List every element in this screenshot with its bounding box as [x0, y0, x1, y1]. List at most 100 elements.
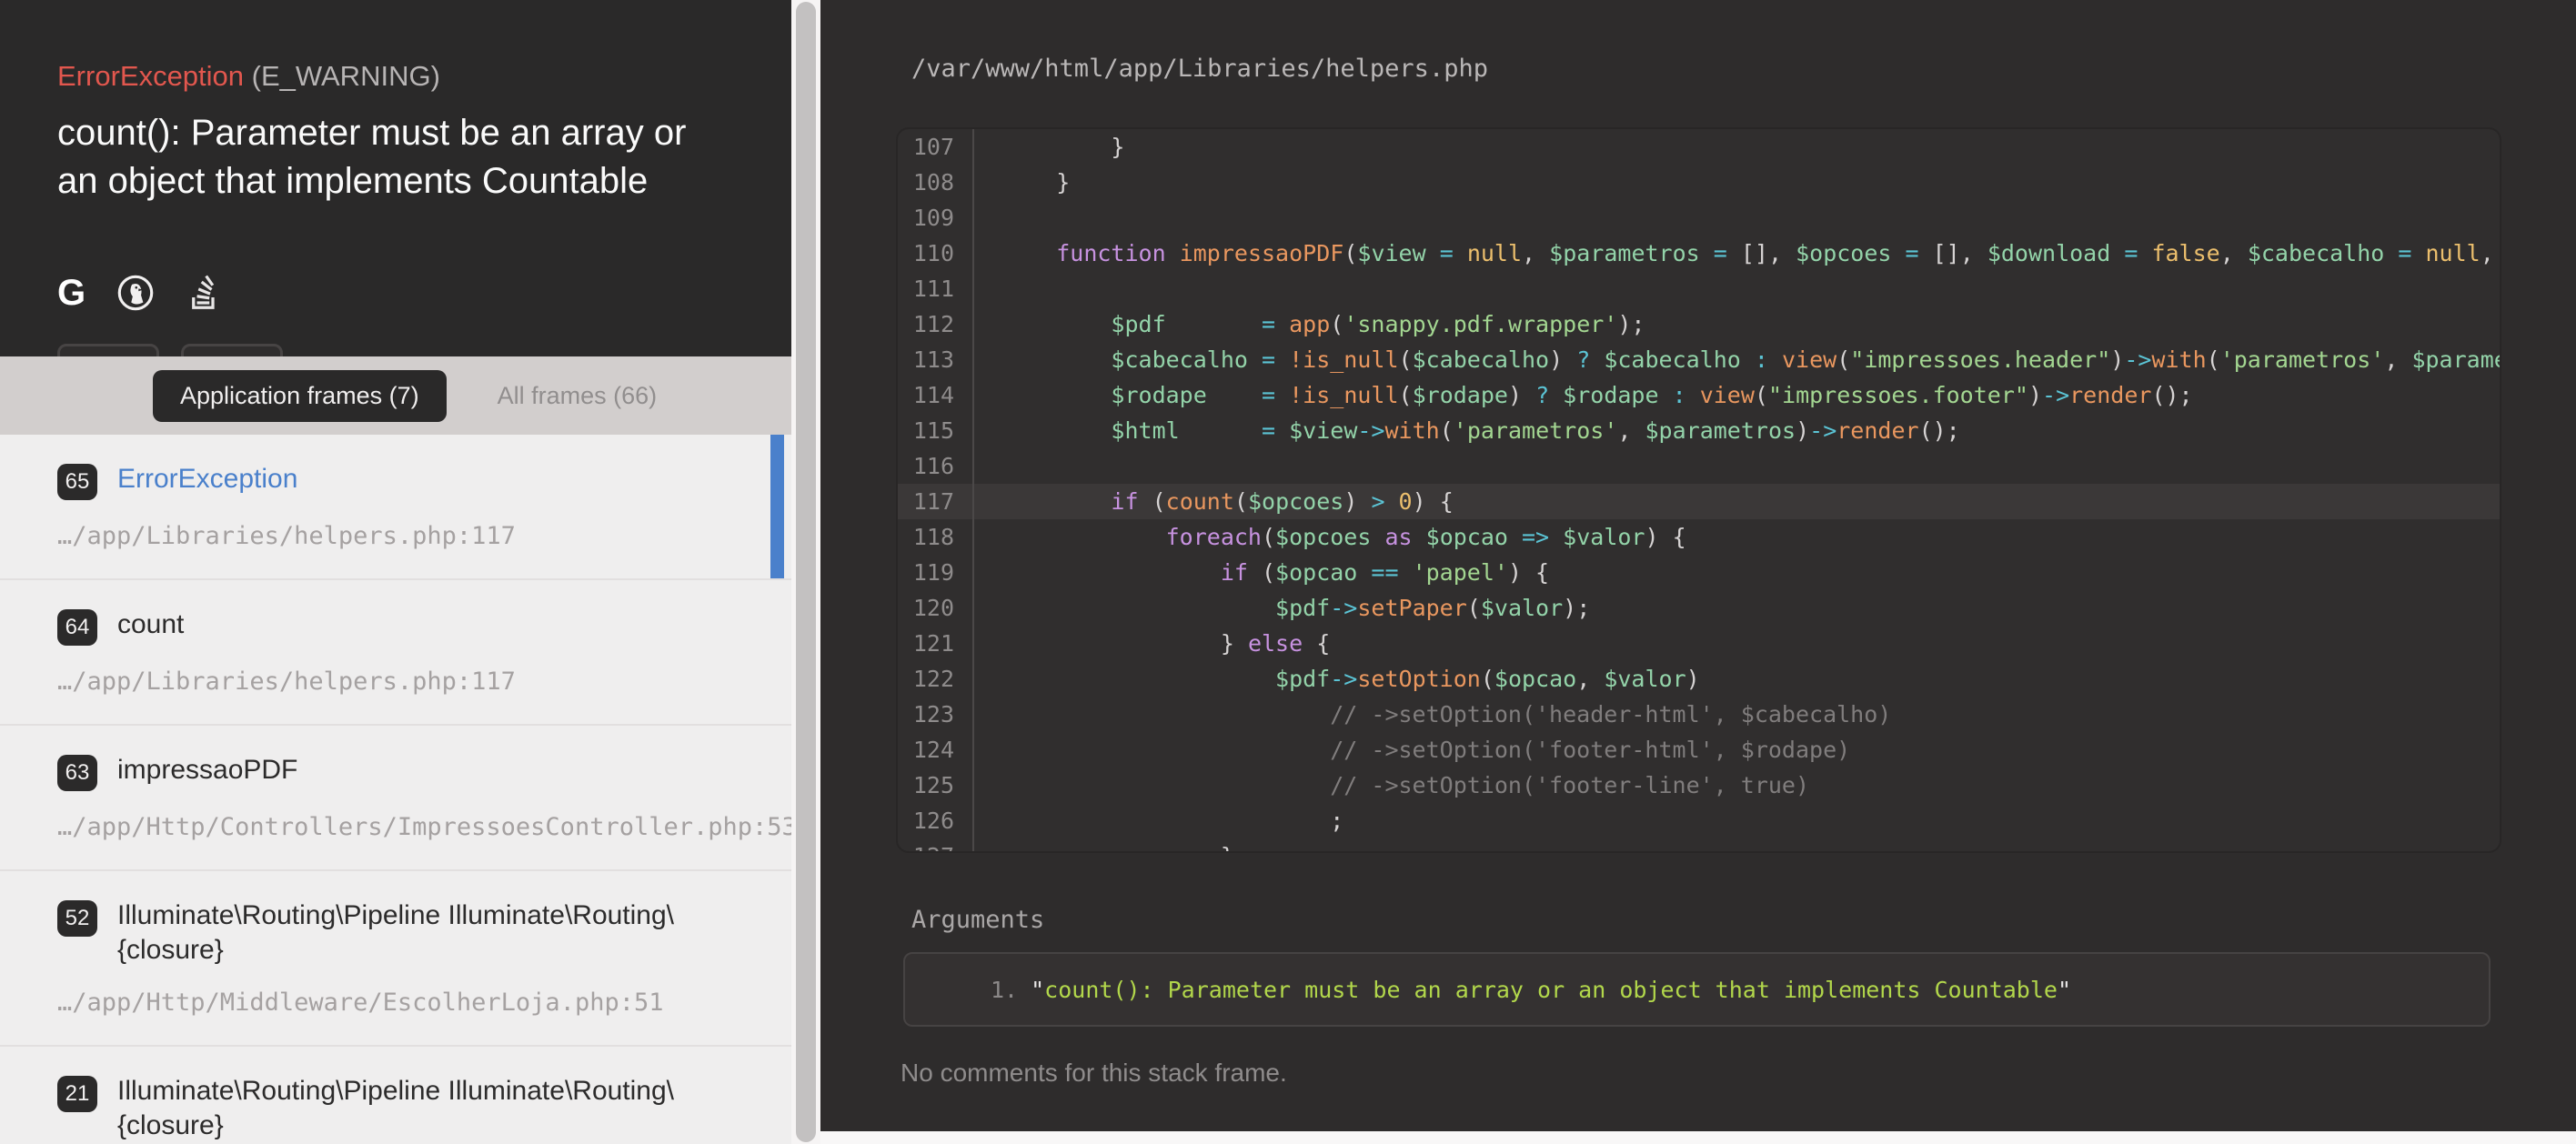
line-code: if ($opcao == 'papel') {: [972, 555, 2500, 590]
code-token: 0: [1399, 488, 1413, 515]
argument-item: 1."count(): Parameter must be an array o…: [905, 977, 2071, 1003]
file-path: /var/www/html/app/Libraries/helpers.php: [911, 55, 1488, 83]
code-token: (: [1440, 417, 1454, 444]
stack-frame-item[interactable]: 21Illuminate\Routing\Pipeline Illuminate…: [0, 1047, 791, 1144]
line-number: 114: [898, 377, 972, 413]
code-token: (: [1836, 346, 1850, 373]
code-token: ();: [2151, 382, 2192, 408]
code-token: (: [1262, 524, 1275, 550]
code-line: 113 $cabecalho = !is_null($cabecalho) ? …: [898, 342, 2500, 377]
line-number: 117: [898, 484, 972, 519]
code-token: ,: [2220, 240, 2248, 266]
code-token: [1001, 737, 1330, 763]
code-token: [1207, 382, 1262, 408]
line-code: }: [972, 165, 2500, 200]
code-token: ): [2028, 382, 2042, 408]
tab-all-frames[interactable]: All frames (66): [498, 370, 658, 422]
sidebar-scrollbar-thumb[interactable]: [796, 2, 816, 1142]
stack-frame-item[interactable]: 63impressaoPDF…/app/Http/Controllers/Imp…: [0, 726, 791, 871]
code-token: ->: [2042, 382, 2069, 408]
code-token: [],: [1933, 240, 1987, 266]
line-code: foreach($opcoes as $opcao => $valor) {: [972, 519, 2500, 555]
line-code: $pdf->setPaper($valor);: [972, 590, 2500, 626]
code-token: (: [1467, 595, 1481, 621]
clipped-action-buttons: [57, 344, 283, 356]
line-number: 120: [898, 590, 972, 626]
code-token: $valor: [1481, 595, 1563, 621]
code-token: ): [1549, 346, 1563, 373]
line-code: if (count($opcoes) > 0) {: [972, 484, 2500, 519]
stack-frame-item[interactable]: 52Illuminate\Routing\Pipeline Illuminate…: [0, 871, 791, 1047]
code-token: as: [1384, 524, 1412, 550]
code-token: );: [1563, 595, 1590, 621]
code-token: count: [1166, 488, 1234, 515]
code-token: ): [1796, 417, 1809, 444]
code-token: ,: [1522, 240, 1549, 266]
tab-application-frames[interactable]: Application frames (7): [153, 370, 447, 422]
code-token: [1413, 524, 1426, 550]
code-token: foreach: [1166, 524, 1262, 550]
code-line: 126 ;: [898, 803, 2500, 838]
argument-open-quote: ": [1031, 977, 1044, 1003]
frame-name: count: [117, 607, 184, 642]
stack-frame-item[interactable]: 65ErrorException…/app/Libraries/helpers.…: [0, 435, 791, 580]
code-line: 114 $rodape = !is_null($rodape) ? $rodap…: [898, 377, 2500, 413]
code-token: $opcao: [1426, 524, 1508, 550]
code-token: ) {: [1645, 524, 1685, 550]
stackoverflow-icon[interactable]: [186, 273, 222, 313]
code-token: }: [1001, 630, 1248, 657]
code-token: [1001, 488, 1111, 515]
line-code: [972, 271, 2500, 306]
code-token: ): [1508, 382, 1522, 408]
code-line: 116: [898, 448, 2500, 484]
code-token: =: [1700, 240, 1741, 266]
code-token: $view: [1357, 240, 1425, 266]
line-number: 125: [898, 768, 972, 803]
code-line: 119 if ($opcao == 'papel') {: [898, 555, 2500, 590]
line-number: 123: [898, 697, 972, 732]
code-token: $html: [1111, 417, 1179, 444]
code-token: $rodape: [1413, 382, 1508, 408]
frame-name: ErrorException: [117, 462, 297, 497]
code-token: with: [1384, 417, 1439, 444]
frame-name: impressaoPDF: [117, 753, 297, 788]
duckduckgo-icon[interactable]: [116, 274, 155, 312]
code-token: 'parametros': [2220, 346, 2385, 373]
code-token: ->: [2124, 346, 2151, 373]
code-token: ==: [1357, 559, 1412, 586]
line-code: // ->setOption('footer-html', $rodape): [972, 732, 2500, 768]
code-token: [1166, 240, 1180, 266]
exception-message: count(): Parameter must be an array or a…: [57, 109, 730, 206]
code-token: null: [2426, 240, 2480, 266]
line-number: 118: [898, 519, 972, 555]
arguments-box: 1."count(): Parameter must be an array o…: [903, 952, 2490, 1027]
code-token: $pdf: [1275, 595, 1330, 621]
frame-title-row: 63impressaoPDF: [57, 753, 728, 791]
code-token: [],: [1741, 240, 1796, 266]
code-token: :: [1659, 382, 1700, 408]
code-line: 120 $pdf->setPaper($valor);: [898, 590, 2500, 626]
code-token: [1001, 311, 1111, 337]
code-token: (: [1139, 488, 1166, 515]
code-token: // ->setOption('footer-line', true): [1330, 772, 1809, 798]
code-token: [1001, 701, 1330, 728]
code-token: false: [2151, 240, 2219, 266]
line-code: $cabecalho = !is_null($cabecalho) ? $cab…: [972, 342, 2500, 377]
secondary-action-button[interactable]: [181, 344, 283, 356]
sidebar-scrollbar-track[interactable]: [791, 0, 820, 1144]
code-token: $parametros: [2411, 346, 2500, 373]
code-token: impressaoPDF: [1180, 240, 1344, 266]
code-token: (: [1330, 311, 1343, 337]
google-icon[interactable]: G: [57, 275, 86, 311]
code-line-highlighted: 117 if (count($opcoes) > 0) {: [898, 484, 2500, 519]
line-number: 116: [898, 448, 972, 484]
code-token: $pdf: [1111, 311, 1165, 337]
code-token: $download: [1987, 240, 2110, 266]
code-token: !is_null: [1289, 346, 1398, 373]
frame-file-path: …/app/Http/Middleware/EscolherLoja.php:5…: [57, 988, 728, 1017]
code-token: 'snappy.pdf.wrapper': [1343, 311, 1617, 337]
code-token: $opcao: [1275, 559, 1357, 586]
stack-frame-item[interactable]: 64count…/app/Libraries/helpers.php:117: [0, 580, 791, 726]
copy-button[interactable]: [57, 344, 159, 356]
code-token: $rodape: [1563, 382, 1658, 408]
